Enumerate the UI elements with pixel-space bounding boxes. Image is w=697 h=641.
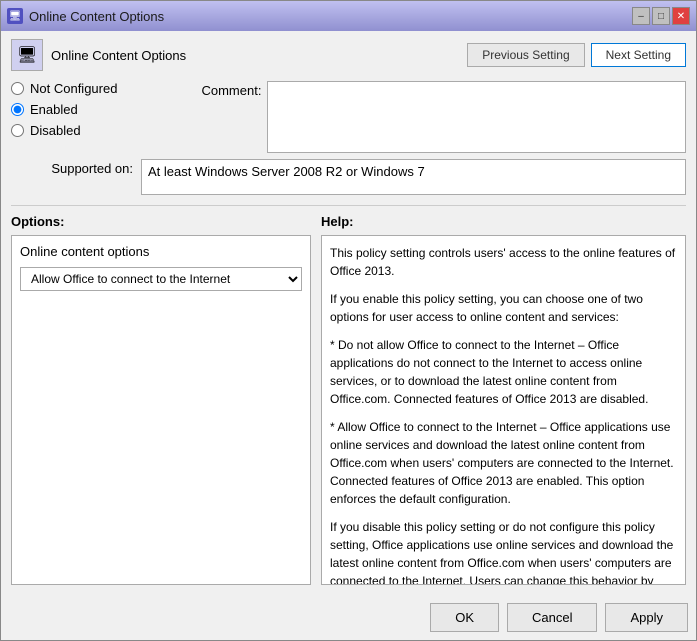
comment-input[interactable]: [268, 82, 685, 152]
comment-textbox[interactable]: [267, 81, 686, 153]
comment-area: Comment:: [137, 81, 686, 153]
not-configured-label: Not Configured: [30, 81, 117, 96]
help-para-3: * Do not allow Office to connect to the …: [330, 336, 677, 408]
enabled-radio-label[interactable]: Enabled: [11, 102, 117, 117]
not-configured-radio-label[interactable]: Not Configured: [11, 81, 117, 96]
title-bar-controls: – □ ✕: [632, 7, 690, 25]
help-para-2: If you enable this policy setting, you c…: [330, 290, 677, 326]
help-para-4: * Allow Office to connect to the Interne…: [330, 418, 677, 508]
enabled-label: Enabled: [30, 102, 78, 117]
nav-buttons: Previous Setting Next Setting: [467, 43, 686, 67]
help-para-1: This policy setting controls users' acce…: [330, 244, 677, 280]
title-bar: 🖥 Online Content Options – □ ✕: [1, 1, 696, 31]
disabled-label: Disabled: [30, 123, 81, 138]
help-header: Help:: [321, 214, 686, 229]
radio-options: Not Configured Enabled Disabled: [11, 81, 117, 153]
main-window: 🖥 Online Content Options – □ ✕ 🖥 Online …: [0, 0, 697, 641]
bottom-bar: OK Cancel Apply: [1, 593, 696, 640]
disabled-radio[interactable]: [11, 124, 24, 137]
previous-setting-button[interactable]: Previous Setting: [467, 43, 584, 67]
divider: [11, 205, 686, 206]
supported-value: At least Windows Server 2008 R2 or Windo…: [148, 164, 425, 179]
restore-button[interactable]: □: [652, 7, 670, 25]
options-header: Options:: [11, 214, 311, 229]
section-title: Online Content Options: [51, 48, 186, 63]
help-para-5: If you disable this policy setting or do…: [330, 518, 677, 585]
online-content-dropdown[interactable]: Do not allow Office to connect to the In…: [20, 267, 302, 291]
section-icon: 🖥: [11, 39, 43, 71]
disabled-radio-label[interactable]: Disabled: [11, 123, 117, 138]
two-column-section: Options: Online content options Do not a…: [11, 214, 686, 585]
window-title: Online Content Options: [29, 9, 164, 24]
minimize-button[interactable]: –: [632, 7, 650, 25]
next-setting-button[interactable]: Next Setting: [591, 43, 686, 67]
enabled-radio[interactable]: [11, 103, 24, 116]
ok-button[interactable]: OK: [430, 603, 499, 632]
not-configured-radio[interactable]: [11, 82, 24, 95]
radio-group: Not Configured Enabled Disabled Comment:: [11, 81, 686, 153]
top-section: 🖥 Online Content Options Previous Settin…: [11, 39, 686, 71]
options-box: Online content options Do not allow Offi…: [11, 235, 311, 585]
apply-button[interactable]: Apply: [605, 603, 688, 632]
options-column: Options: Online content options Do not a…: [11, 214, 311, 585]
supported-value-box: At least Windows Server 2008 R2 or Windo…: [141, 159, 686, 195]
section-title-row: 🖥 Online Content Options: [11, 39, 186, 71]
content-area: 🖥 Online Content Options Previous Settin…: [1, 31, 696, 593]
title-bar-left: 🖥 Online Content Options: [7, 8, 164, 24]
comment-label: Comment:: [137, 81, 267, 98]
close-button[interactable]: ✕: [672, 7, 690, 25]
supported-on-row: Supported on: At least Windows Server 20…: [11, 159, 686, 195]
supported-label: Supported on:: [11, 159, 141, 176]
help-text-box[interactable]: This policy setting controls users' acce…: [321, 235, 686, 585]
window-icon: 🖥: [7, 8, 23, 24]
help-column: Help: This policy setting controls users…: [321, 214, 686, 585]
cancel-button[interactable]: Cancel: [507, 603, 597, 632]
options-box-label: Online content options: [20, 244, 302, 259]
